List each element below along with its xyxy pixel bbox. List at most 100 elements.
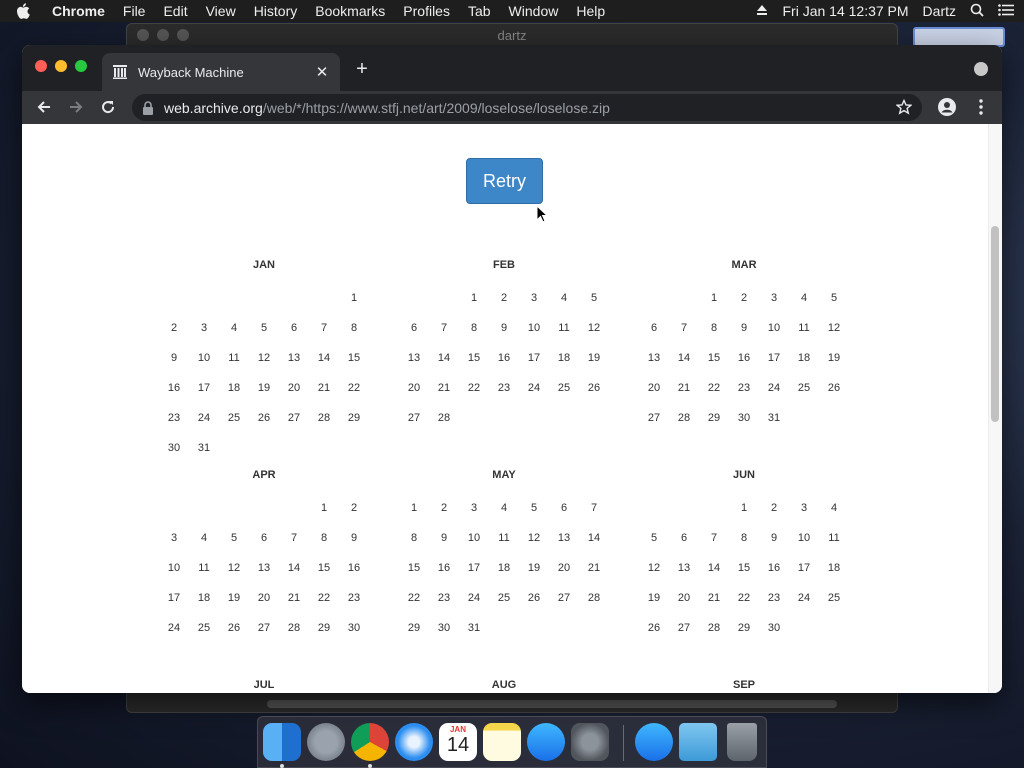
menu-profiles[interactable]: Profiles xyxy=(403,3,450,19)
calendar-day: 29 xyxy=(347,412,361,424)
page-scrollbar-thumb[interactable] xyxy=(991,226,999,422)
trash-icon[interactable] xyxy=(727,723,757,761)
menubar-clock[interactable]: Fri Jan 14 12:37 PM xyxy=(782,3,908,19)
menu-file[interactable]: File xyxy=(123,3,146,19)
calendar-day: 22 xyxy=(737,592,751,604)
menubar-user[interactable]: Dartz xyxy=(923,3,956,19)
calendar-month-name: JUL xyxy=(253,679,275,691)
back-button[interactable] xyxy=(33,96,55,118)
calendar-day: 4 xyxy=(230,322,238,334)
chrome-icon[interactable] xyxy=(351,723,389,761)
calendar-month-name: JAN xyxy=(252,259,275,271)
calendar-day: 18 xyxy=(227,382,241,394)
calendar-day: 23 xyxy=(347,592,361,604)
calendar-day: 13 xyxy=(557,532,571,544)
calendar-day: 13 xyxy=(647,352,661,364)
calendar-day: 28 xyxy=(707,622,721,634)
calendar-day: 25 xyxy=(197,622,211,634)
calendar-day: 7 xyxy=(320,322,328,334)
calendar-day: 17 xyxy=(767,352,781,364)
calendar-empty-cell xyxy=(189,493,219,523)
page-scrollbar[interactable] xyxy=(988,124,1002,693)
new-tab-button[interactable]: + xyxy=(352,59,372,79)
calendar-day: 21 xyxy=(317,382,331,394)
menu-edit[interactable]: Edit xyxy=(163,3,187,19)
calendar-month-name: MAY xyxy=(492,469,516,481)
calendar-day: 3 xyxy=(530,292,538,304)
calendar-day: 26 xyxy=(587,382,601,394)
calendar-empty-cell xyxy=(279,283,309,313)
calendar-icon[interactable]: JAN 14 xyxy=(439,723,477,761)
calendar-day: 28 xyxy=(587,592,601,604)
address-bar[interactable]: web.archive.org/web/*/https://www.stfj.n… xyxy=(132,94,922,121)
calendar-empty-cell xyxy=(159,493,189,523)
safari-icon[interactable] xyxy=(395,723,433,761)
forward-button[interactable] xyxy=(65,96,87,118)
calendar-day: 2 xyxy=(740,292,748,304)
reload-button[interactable] xyxy=(97,96,119,118)
calendar-day: 10 xyxy=(797,532,811,544)
background-window-scrollbar xyxy=(267,700,837,708)
calendar-day: 30 xyxy=(767,622,781,634)
calendar-day: 27 xyxy=(647,412,661,424)
apple-menu-icon[interactable] xyxy=(16,3,30,19)
calendar-day: 12 xyxy=(227,562,241,574)
menu-help[interactable]: Help xyxy=(576,3,605,19)
calendar-day: 9 xyxy=(350,532,358,544)
lock-icon[interactable] xyxy=(142,100,154,115)
menu-bookmarks[interactable]: Bookmarks xyxy=(315,3,385,19)
calendar-empty-cell xyxy=(639,493,669,523)
launchpad-icon[interactable] xyxy=(307,723,345,761)
tab-close-icon[interactable]: ✕ xyxy=(314,64,330,81)
chrome-menu-button[interactable] xyxy=(970,96,992,118)
retry-button[interactable]: Retry xyxy=(466,158,543,204)
menu-window[interactable]: Window xyxy=(509,3,559,19)
calendar-day: 23 xyxy=(497,382,511,394)
calendar-day: 5 xyxy=(650,532,658,544)
calendar-empty-cell xyxy=(219,493,249,523)
calendar-day: 16 xyxy=(737,352,751,364)
calendar-icon-day: 14 xyxy=(446,734,470,756)
system-preferences-icon[interactable] xyxy=(571,723,609,761)
tab-search-icon[interactable] xyxy=(974,62,988,76)
calendar-day: 20 xyxy=(257,592,271,604)
calendar-month-name: APR xyxy=(252,469,276,481)
eject-icon[interactable] xyxy=(756,3,768,19)
close-window-button[interactable] xyxy=(35,60,47,72)
calendar-day: 8 xyxy=(410,532,418,544)
calendar-day: 13 xyxy=(257,562,271,574)
finder-icon[interactable] xyxy=(263,723,301,761)
calendar-day: 12 xyxy=(257,352,271,364)
calendar-day: 15 xyxy=(407,562,421,574)
calendar-day: 21 xyxy=(437,382,451,394)
calendar-day: 6 xyxy=(680,532,688,544)
app-store-download-icon[interactable] xyxy=(635,723,673,761)
profile-button[interactable] xyxy=(936,96,958,118)
calendar-day: 7 xyxy=(680,322,688,334)
calendar-day-grid: 1 2 3 4 5 6 7 8 9 10 11 12 13 14 15 16 17 18 19 20 21 22 23 24 2… xyxy=(399,283,609,433)
menu-view[interactable]: View xyxy=(206,3,236,19)
calendar-day: 15 xyxy=(317,562,331,574)
calendar-day: 21 xyxy=(707,592,721,604)
calendar-day: 29 xyxy=(407,622,421,634)
calendar-day: 11 xyxy=(228,352,240,364)
calendar-day: 7 xyxy=(710,532,718,544)
calendar-day: 20 xyxy=(647,382,661,394)
minimize-window-button[interactable] xyxy=(55,60,67,72)
notification-center-icon[interactable] xyxy=(998,3,1014,19)
calendar-day: 26 xyxy=(647,622,661,634)
app-store-icon[interactable] xyxy=(527,723,565,761)
spotlight-icon[interactable] xyxy=(970,3,984,20)
menu-app-name[interactable]: Chrome xyxy=(52,3,105,19)
calendar-empty-cell xyxy=(189,283,219,313)
menu-tab[interactable]: Tab xyxy=(468,3,491,19)
calendar-day: 23 xyxy=(737,382,751,394)
menu-history[interactable]: History xyxy=(254,3,298,19)
tab-wayback-machine[interactable]: Wayback Machine ✕ xyxy=(102,53,340,91)
downloads-folder-icon[interactable] xyxy=(679,723,717,761)
notes-icon[interactable] xyxy=(483,723,521,761)
macos-dock: JAN 14 xyxy=(257,716,767,768)
bookmark-star-icon[interactable] xyxy=(896,99,912,115)
calendar-day: 19 xyxy=(527,562,541,574)
zoom-window-button[interactable] xyxy=(75,60,87,72)
